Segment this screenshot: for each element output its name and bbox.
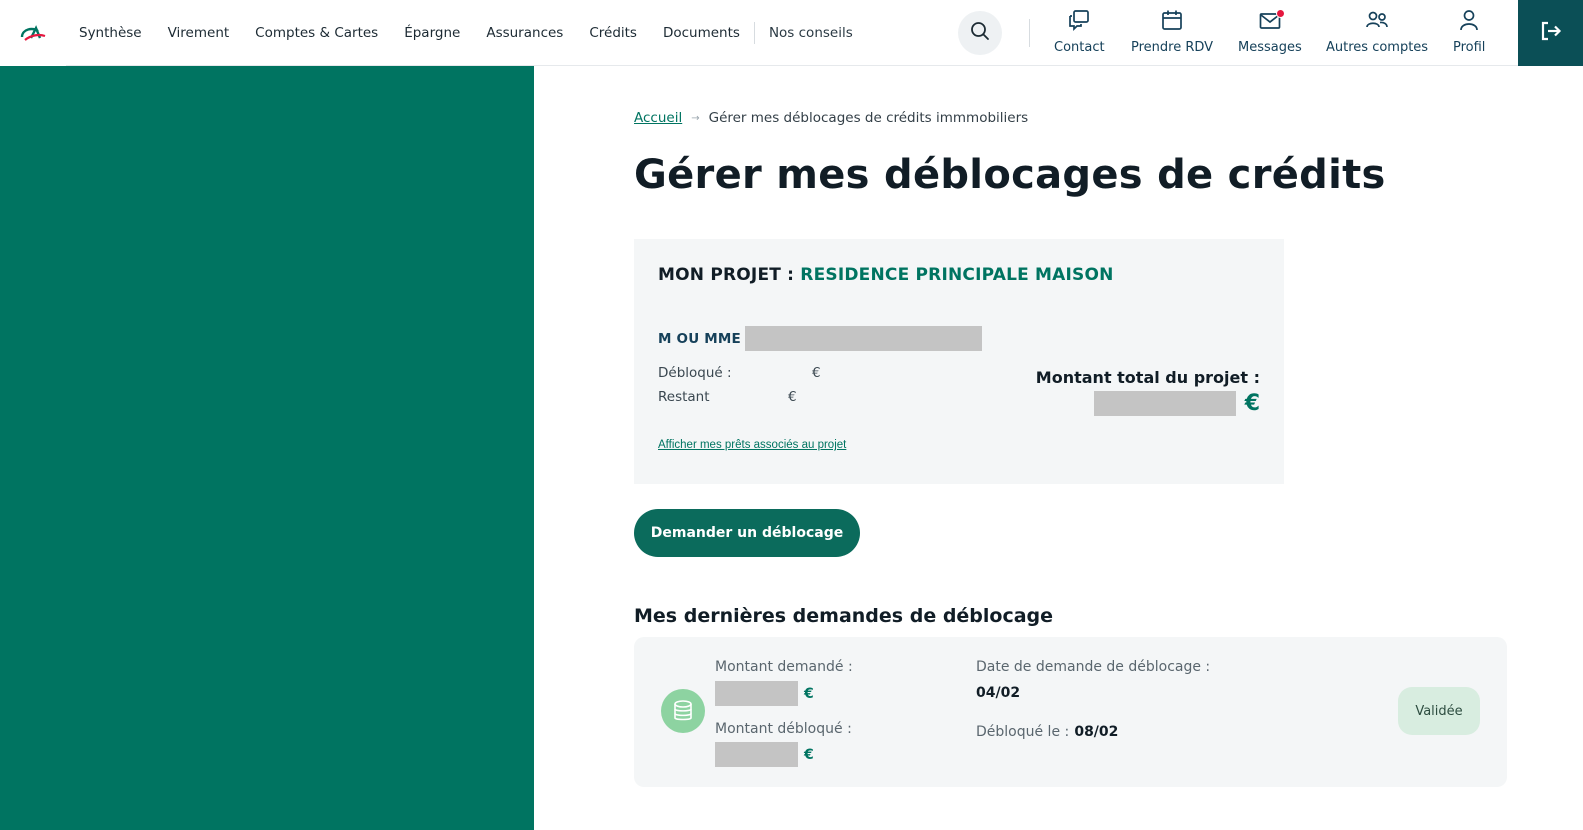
requested-amount-currency: €: [804, 685, 814, 702]
logout-button[interactable]: [1518, 0, 1583, 66]
requested-amount-label: Montant demandé :: [715, 659, 853, 675]
user-icon: [1457, 8, 1481, 32]
project-total-label: Montant total du projet :: [1035, 368, 1260, 387]
contact-button[interactable]: Contact: [1054, 8, 1105, 60]
left-decor-panel: [0, 66, 534, 830]
project-total-redacted: [1093, 391, 1236, 416]
remaining-currency: €: [788, 389, 797, 405]
search-icon: [970, 21, 990, 45]
released-amount-redacted: [715, 742, 798, 767]
logout-icon: [1540, 20, 1562, 46]
calendar-icon: [1160, 8, 1184, 32]
project-card: MON PROJET : RESIDENCE PRINCIPALE MAISON…: [634, 239, 1284, 484]
released-row: Débloqué : €: [658, 365, 838, 381]
released-label: Débloqué :: [658, 365, 732, 381]
nav-item-epargne[interactable]: Épargne: [404, 25, 460, 41]
request-release-button[interactable]: Demander un déblocage: [634, 509, 860, 557]
messages-label: Messages: [1238, 40, 1302, 55]
nav-item-assurances[interactable]: Assurances: [486, 25, 563, 41]
holder-name-redacted: [744, 326, 982, 351]
breadcrumb-current: Gérer mes déblocages de crédits immmobil…: [708, 110, 1029, 126]
breadcrumb-arrow-icon: →: [691, 112, 700, 124]
nav-divider: [753, 22, 755, 44]
breadcrumb-home-link[interactable]: Accueil: [634, 110, 682, 126]
project-total-value: €: [1093, 391, 1260, 416]
project-label: MON PROJET :: [658, 265, 795, 285]
autres-comptes-label: Autres comptes: [1326, 40, 1429, 55]
released-amount-currency: €: [804, 746, 814, 763]
holder-label: M OU MME: [658, 330, 741, 347]
notification-dot: [1276, 9, 1285, 18]
project-heading: MON PROJET : RESIDENCE PRINCIPALE MAISON: [658, 265, 1114, 285]
nav-item-nos-conseils[interactable]: Nos conseils: [769, 25, 853, 41]
request-date-label: Date de demande de déblocage :: [976, 659, 1211, 675]
profil-label: Profil: [1453, 40, 1486, 55]
request-card: Montant demandé : € Montant débloqué : €…: [634, 637, 1507, 787]
remaining-row: Restant €: [658, 389, 838, 405]
top-navigation-bar: Synthèse Virement Comptes & Cartes Éparg…: [0, 0, 1583, 66]
page-title: Gérer mes déblocages de crédits: [634, 152, 1386, 198]
request-date-value: 04/02: [976, 685, 1021, 701]
profil-button[interactable]: Profil: [1453, 8, 1485, 60]
requested-amount-value: €: [715, 681, 814, 706]
users-icon: [1364, 8, 1390, 32]
main-nav: Synthèse Virement Comptes & Cartes Éparg…: [79, 0, 879, 66]
coins-stack-icon: [661, 689, 705, 733]
autres-comptes-button[interactable]: Autres comptes: [1326, 8, 1428, 60]
remaining-label: Restant: [658, 389, 710, 405]
released-amount-label: Montant débloqué :: [715, 721, 852, 737]
requests-section-title: Mes dernières demandes de déblocage: [634, 605, 1054, 627]
requested-amount-redacted: [715, 681, 798, 706]
project-holder: M OU MME: [658, 326, 982, 351]
search-button[interactable]: [958, 11, 1002, 55]
breadcrumb: Accueil → Gérer mes déblocages de crédit…: [634, 110, 1028, 126]
project-name: RESIDENCE PRINCIPALE MAISON: [800, 265, 1114, 285]
released-currency: €: [812, 365, 821, 381]
nav-item-credits[interactable]: Crédits: [589, 25, 637, 41]
project-total-currency: €: [1244, 391, 1260, 416]
nav-item-synthese[interactable]: Synthèse: [79, 25, 142, 41]
prendre-rdv-button[interactable]: Prendre RDV: [1131, 8, 1213, 60]
released-on-value: 08/02: [1074, 724, 1119, 740]
released-on-label: Débloqué le :: [976, 724, 1070, 740]
status-badge: Validée: [1398, 687, 1480, 735]
contact-label: Contact: [1054, 40, 1105, 55]
associated-loans-link[interactable]: Afficher mes prêts associés au projet: [658, 439, 846, 451]
chat-bubbles-icon: [1067, 8, 1091, 32]
prendre-rdv-label: Prendre RDV: [1131, 40, 1214, 55]
toolbar-divider: [1029, 19, 1030, 47]
messages-button[interactable]: Messages: [1238, 8, 1302, 60]
released-amount-value: €: [715, 742, 814, 767]
ca-logo-icon[interactable]: [0, 0, 66, 66]
nav-item-virement[interactable]: Virement: [168, 25, 230, 41]
nav-item-documents[interactable]: Documents: [663, 25, 740, 41]
released-on-row: Débloqué le : 08/02: [976, 721, 1118, 740]
nav-item-comptes-cartes[interactable]: Comptes & Cartes: [255, 25, 378, 41]
